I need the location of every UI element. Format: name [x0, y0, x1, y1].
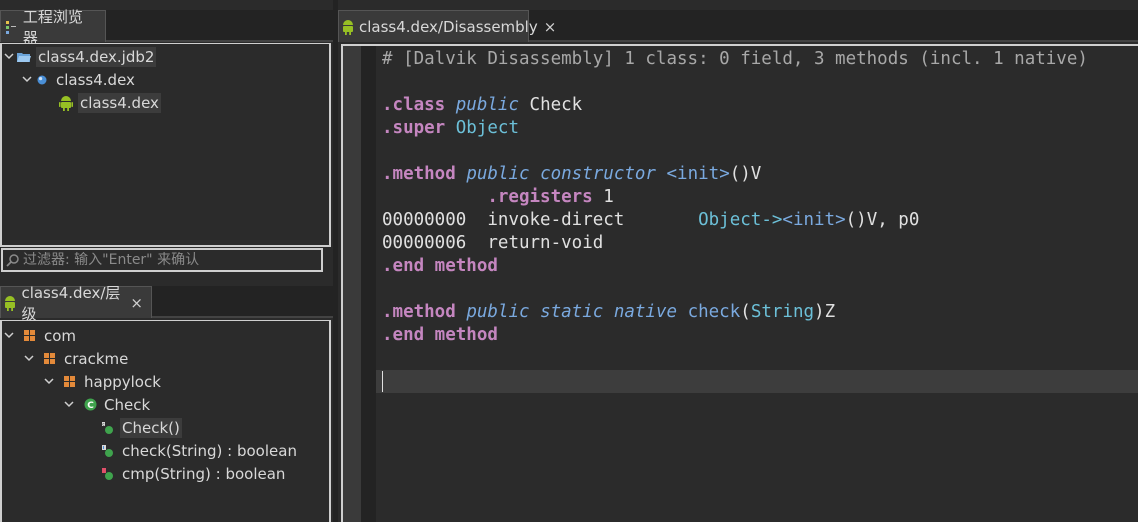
tab-label: 工程浏览器: [22, 7, 83, 47]
current-line-highlight: [376, 370, 1138, 393]
filter-input[interactable]: [21, 252, 311, 268]
tree-item-label: class4.dex: [78, 92, 161, 113]
tree-item-label: happylock: [84, 372, 161, 391]
code-line-return: 00000006 return-void: [382, 233, 604, 253]
tree-item-label: Check: [104, 395, 151, 414]
chevron-down-icon[interactable]: [2, 45, 16, 68]
tree-item-jdb2[interactable]: class4.dex.jdb2: [2, 45, 157, 68]
package-icon: [62, 374, 78, 390]
chevron-down-icon[interactable]: [2, 324, 16, 347]
editor-ruler: [343, 46, 361, 522]
package-icon: [42, 351, 58, 367]
tree-item-label: crackme: [64, 349, 129, 368]
project-tree: class4.dex.jdb2 class4.dex class4.dex: [0, 43, 331, 247]
code-line-header: # [Dalvik Disassembly] 1 class: 0 field,…: [382, 49, 1088, 69]
code-line-end-method-1: .end method: [382, 256, 498, 276]
chevron-down-icon[interactable]: [62, 393, 76, 416]
hierarchy-panel: class4.dex/层级 × com crackme happylock C …: [0, 284, 333, 522]
tree-item-dex[interactable]: class4.dex: [20, 68, 137, 91]
svg-text:C: C: [87, 401, 94, 411]
tree-item-label: class4.dex.jdb2: [36, 46, 157, 67]
svg-text:c: c: [102, 421, 104, 426]
code-line-class: .class public Check: [382, 95, 583, 115]
editor-gutter: [361, 46, 376, 522]
android-icon: [3, 295, 17, 311]
tab-label: class4.dex/Disassembly: [359, 17, 538, 36]
android-icon: [341, 19, 355, 35]
tree-item-check-class[interactable]: C Check: [62, 393, 152, 416]
folder-icon: [16, 49, 32, 65]
native-method-icon: [100, 443, 116, 459]
private-method-icon: [100, 466, 116, 482]
disassembly-editor: class4.dex/Disassembly × # [Dalvik Disas…: [338, 10, 1138, 522]
tree-item-constructor[interactable]: c Check(): [100, 416, 182, 439]
project-icon: [3, 19, 19, 35]
hierarchy-tree: com crackme happylock C Check c Check() …: [0, 320, 331, 522]
code-line-super: .super Object: [382, 118, 519, 138]
tree-item-dex-unit[interactable]: class4.dex: [58, 91, 161, 114]
tree-item-check-method[interactable]: check(String) : boolean: [100, 439, 299, 462]
code-line-invoke: 00000000 invoke-direct Object-><init>()V…: [382, 210, 920, 230]
tab-disassembly[interactable]: class4.dex/Disassembly ×: [338, 10, 556, 42]
filter-box: [1, 248, 323, 272]
android-icon: [58, 95, 74, 111]
text-caret: [382, 371, 383, 392]
tree-item-label: cmp(String) : boolean: [122, 464, 286, 483]
tab-label: class4.dex/层级: [21, 283, 121, 323]
package-icon: [22, 328, 38, 344]
tree-item-label: check(String) : boolean: [122, 441, 297, 460]
tree-item-cmp-method[interactable]: cmp(String) : boolean: [100, 462, 287, 485]
project-tabbar: 工程浏览器: [0, 8, 333, 47]
project-explorer-panel: 工程浏览器 class4.dex.jdb2 class4.dex class4.…: [0, 8, 333, 282]
tree-item-label: Check(): [120, 417, 182, 438]
tab-project-explorer[interactable]: 工程浏览器: [0, 8, 106, 47]
code-line-method-init: .method public constructor <init>()V: [382, 164, 762, 184]
close-icon[interactable]: ×: [544, 18, 557, 36]
close-icon[interactable]: ×: [130, 294, 143, 312]
dex-icon: [34, 72, 50, 88]
code-line-registers: .registers 1: [487, 187, 614, 207]
code-line-end-method-2: .end method: [382, 325, 498, 345]
tree-item-crackme[interactable]: crackme: [22, 347, 130, 370]
chevron-down-icon[interactable]: [42, 370, 56, 393]
constructor-icon: c: [100, 420, 116, 436]
tree-item-com[interactable]: com: [2, 324, 78, 347]
class-icon: C: [82, 397, 98, 413]
editor-tabbar: class4.dex/Disassembly ×: [338, 10, 1138, 42]
tree-item-label: class4.dex: [56, 70, 135, 89]
tree-item-happylock[interactable]: happylock: [42, 370, 163, 393]
tab-hierarchy[interactable]: class4.dex/层级 ×: [0, 284, 152, 323]
chevron-down-icon[interactable]: [20, 68, 34, 91]
chevron-down-icon[interactable]: [22, 347, 36, 370]
tree-item-label: com: [44, 326, 77, 345]
hierarchy-tabbar: class4.dex/层级 ×: [0, 284, 333, 323]
code-line-method-check: .method public static native check(Strin…: [382, 302, 836, 322]
search-icon: [5, 252, 21, 268]
code-area[interactable]: # [Dalvik Disassembly] 1 class: 0 field,…: [376, 46, 1138, 522]
